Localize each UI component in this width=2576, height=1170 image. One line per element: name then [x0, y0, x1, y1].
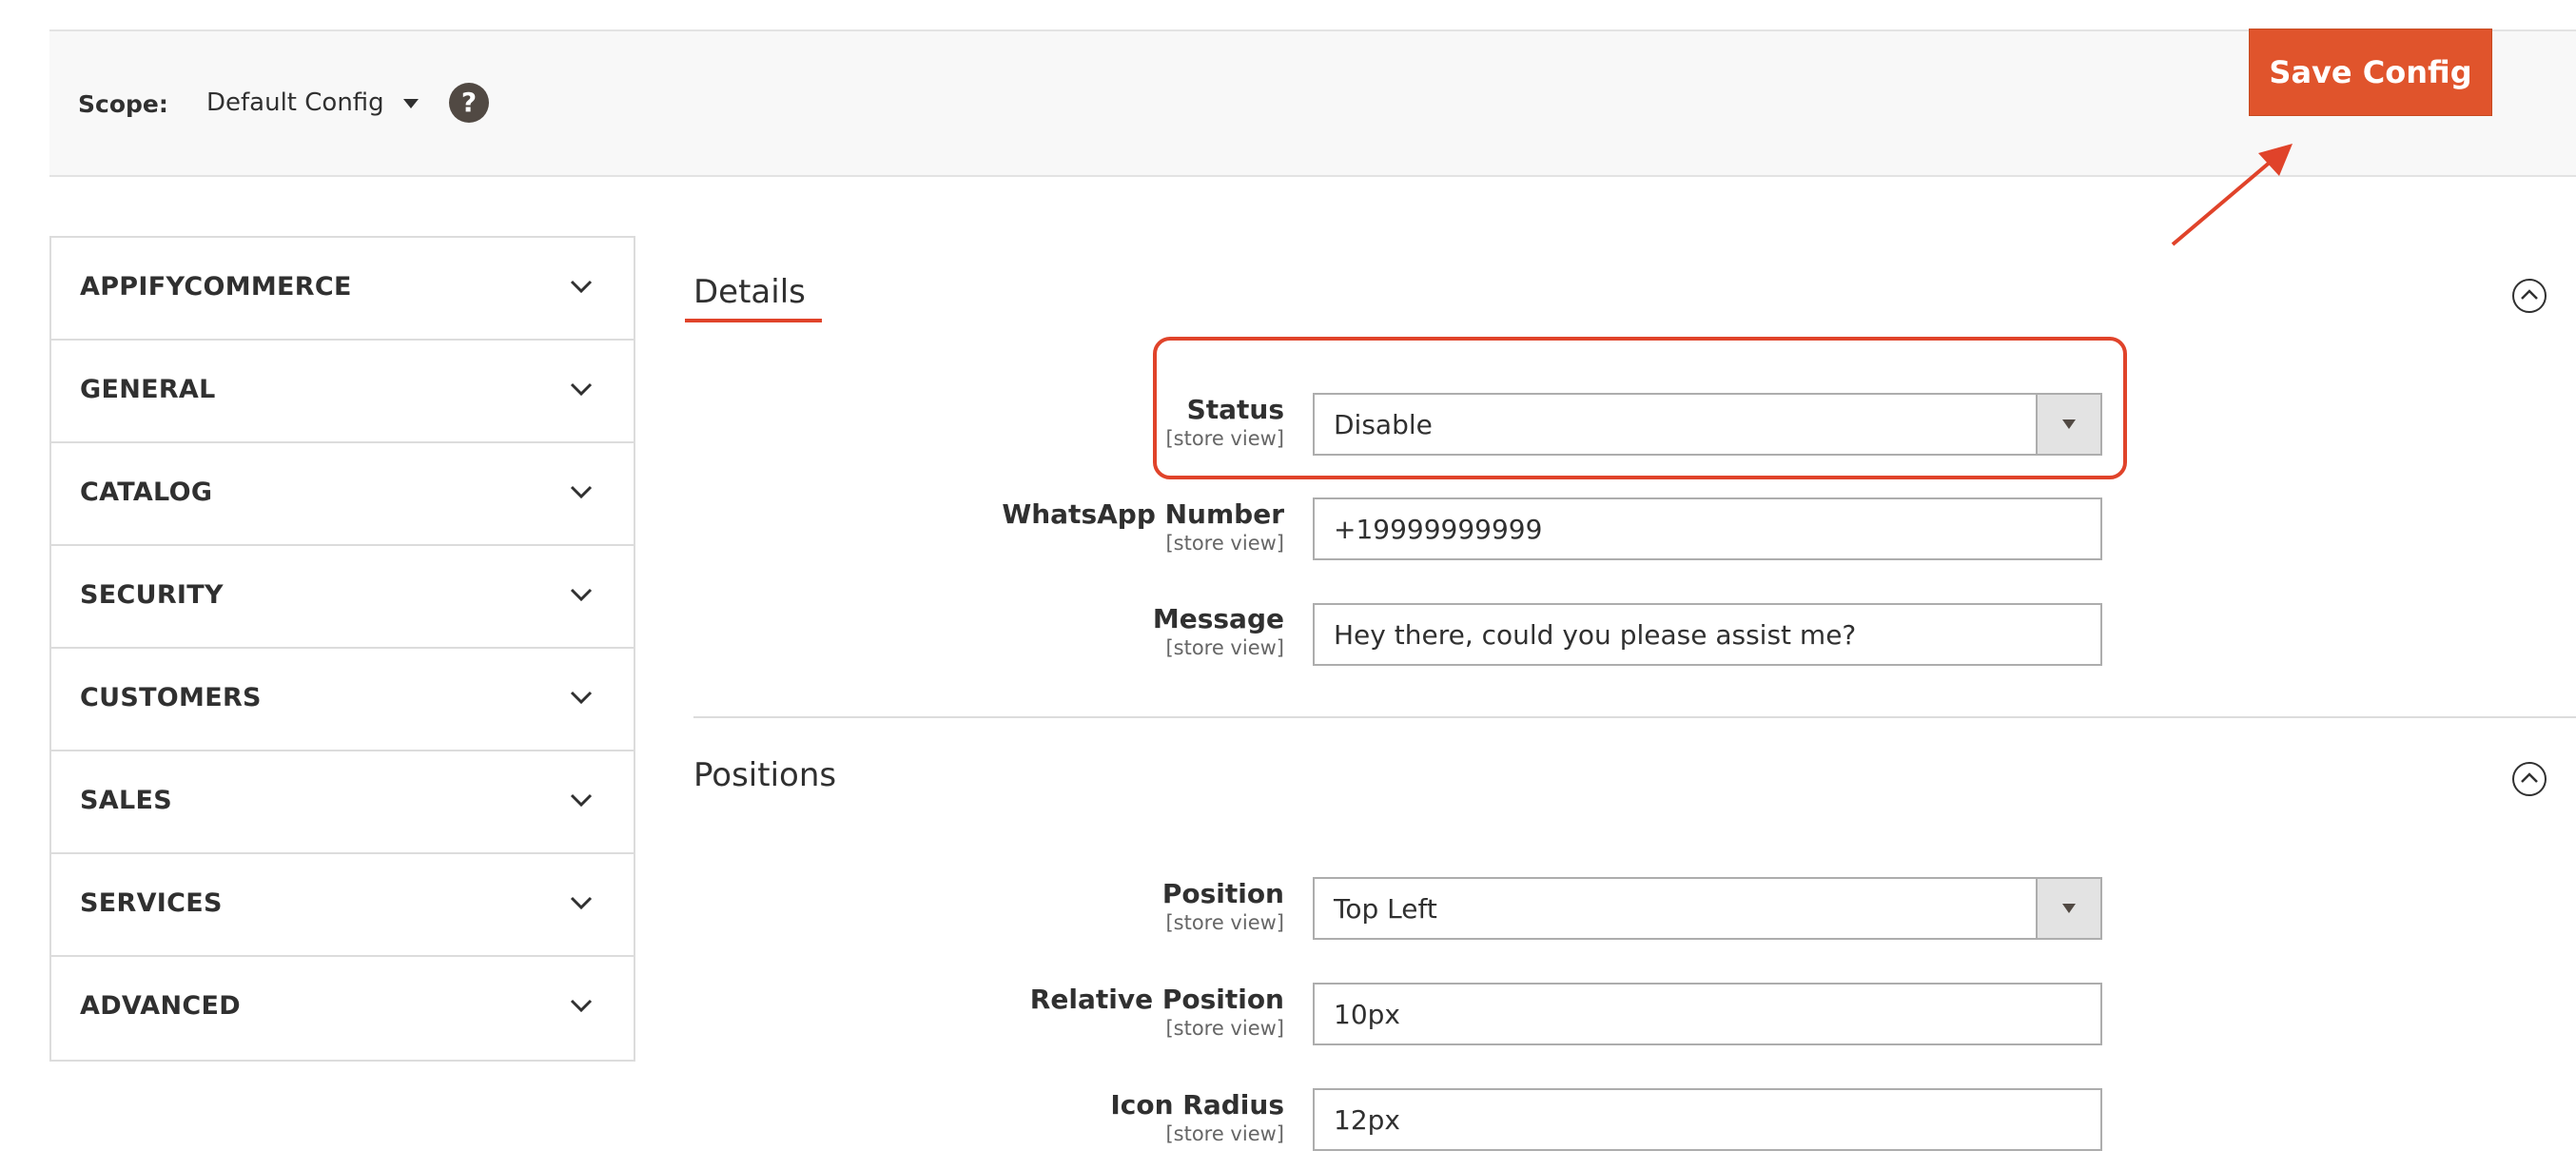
details-section-title[interactable]: Details: [693, 273, 806, 311]
position-scope-text: [store view]: [1165, 911, 1284, 934]
annotation-arrow-icon: [2171, 144, 2293, 246]
sidebar-item-sales[interactable]: SALES: [51, 751, 634, 854]
icon-radius-label: Icon Radius [store view]: [1110, 1089, 1284, 1146]
chevron-down-icon: [570, 999, 593, 1013]
status-select-value: Disable: [1334, 409, 1433, 440]
position-select[interactable]: Top Left: [1313, 877, 2102, 940]
icon-radius-label-text: Icon Radius: [1110, 1089, 1284, 1121]
chevron-down-icon: [570, 588, 593, 602]
sidebar-item-label: SERVICES: [80, 888, 223, 918]
sidebar-item-customers[interactable]: CUSTOMERS: [51, 649, 634, 751]
whatsapp-number-field[interactable]: [1313, 497, 2102, 560]
relative-position-label-text: Relative Position: [1029, 984, 1284, 1015]
caret-down-icon: [402, 98, 419, 108]
positions-section-title[interactable]: Positions: [693, 756, 836, 794]
collapse-up-icon[interactable]: [2511, 761, 2547, 797]
select-toggle[interactable]: [2036, 395, 2100, 454]
sidebar-item-services[interactable]: SERVICES: [51, 854, 634, 957]
triangle-down-icon: [2062, 419, 2076, 429]
status-select[interactable]: Disable: [1313, 393, 2102, 456]
relative-position-field[interactable]: [1313, 983, 2102, 1045]
help-icon[interactable]: ?: [449, 83, 489, 123]
section-divider: [693, 716, 2576, 718]
sidebar-item-catalog[interactable]: CATALOG: [51, 443, 634, 546]
sidebar-item-label: CATALOG: [80, 478, 213, 507]
config-sidebar: APPIFYCOMMERCE GENERAL CATALOG SECURITY …: [49, 236, 635, 1062]
message-scope-text: [store view]: [1165, 636, 1284, 659]
status-label: Status [store view]: [1165, 394, 1284, 451]
message-field[interactable]: [1313, 603, 2102, 666]
sidebar-item-security[interactable]: SECURITY: [51, 546, 634, 649]
whatsapp-label-text: WhatsApp Number: [1002, 498, 1284, 530]
whatsapp-label: WhatsApp Number [store view]: [1002, 498, 1284, 556]
collapse-up-icon[interactable]: [2511, 278, 2547, 314]
scope-switcher[interactable]: Default Config: [206, 88, 419, 117]
position-label-text: Position: [1161, 878, 1284, 909]
relative-position-label: Relative Position [store view]: [1030, 984, 1284, 1041]
save-config-button[interactable]: Save Config: [2249, 29, 2492, 116]
status-scope-text: [store view]: [1165, 427, 1284, 450]
sidebar-item-label: CUSTOMERS: [80, 683, 262, 712]
sidebar-item-label: GENERAL: [80, 375, 216, 404]
chevron-down-icon: [570, 896, 593, 910]
sidebar-item-label: ADVANCED: [80, 991, 241, 1021]
icon-radius-scope-text: [store view]: [1165, 1122, 1284, 1145]
chevron-down-icon: [570, 382, 593, 397]
sidebar-item-appifycommerce[interactable]: APPIFYCOMMERCE: [51, 238, 634, 341]
chevron-down-icon: [570, 485, 593, 499]
message-label-text: Message: [1152, 603, 1284, 634]
chevron-down-icon: [570, 280, 593, 294]
chevron-down-icon: [570, 793, 593, 808]
sidebar-item-label: APPIFYCOMMERCE: [80, 272, 352, 302]
triangle-down-icon: [2062, 904, 2076, 913]
position-select-value: Top Left: [1334, 893, 1437, 925]
relative-position-scope-text: [store view]: [1165, 1017, 1284, 1040]
select-toggle[interactable]: [2036, 879, 2100, 938]
chevron-down-icon: [570, 691, 593, 705]
status-label-text: Status: [1186, 394, 1284, 425]
message-label: Message [store view]: [1153, 603, 1284, 660]
sidebar-item-advanced[interactable]: ADVANCED: [51, 957, 634, 1060]
scope-value: Default Config: [206, 88, 384, 117]
sidebar-item-label: SECURITY: [80, 580, 224, 610]
sidebar-item-general[interactable]: GENERAL: [51, 341, 634, 443]
position-label: Position [store view]: [1162, 878, 1284, 935]
whatsapp-scope-text: [store view]: [1165, 532, 1284, 555]
annotation-underline: [685, 319, 822, 322]
scope-label: Scope:: [78, 90, 168, 118]
icon-radius-field[interactable]: [1313, 1088, 2102, 1151]
sidebar-item-label: SALES: [80, 786, 172, 815]
